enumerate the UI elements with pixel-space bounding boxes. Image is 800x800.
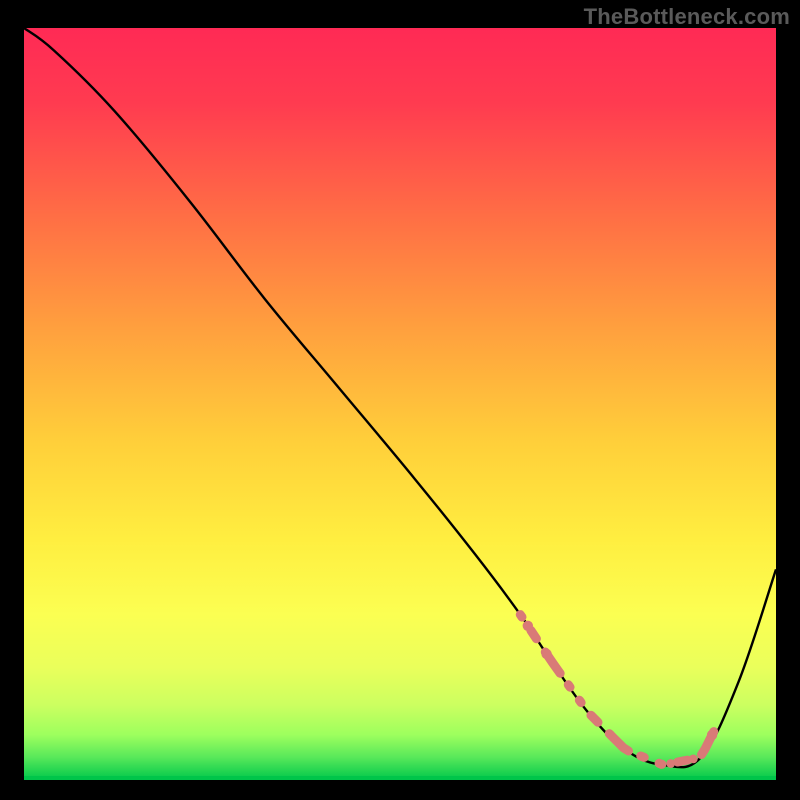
optimal-zone-strip [24,776,776,780]
watermark-text: TheBottleneck.com [584,4,790,30]
highlight-dot [541,649,551,659]
highlight-dot [606,731,615,740]
gradient-background [24,28,776,780]
highlight-dot [666,759,675,768]
chart-svg [24,28,776,780]
highlight-dot [689,755,698,764]
highlight-dot [576,697,585,706]
highlight-dot [636,752,645,761]
highlight-dot [707,730,717,740]
highlight-dot [523,621,533,631]
plot-area [24,28,776,780]
plot-frame [24,28,776,780]
chart-container: TheBottleneck.com [0,0,800,800]
